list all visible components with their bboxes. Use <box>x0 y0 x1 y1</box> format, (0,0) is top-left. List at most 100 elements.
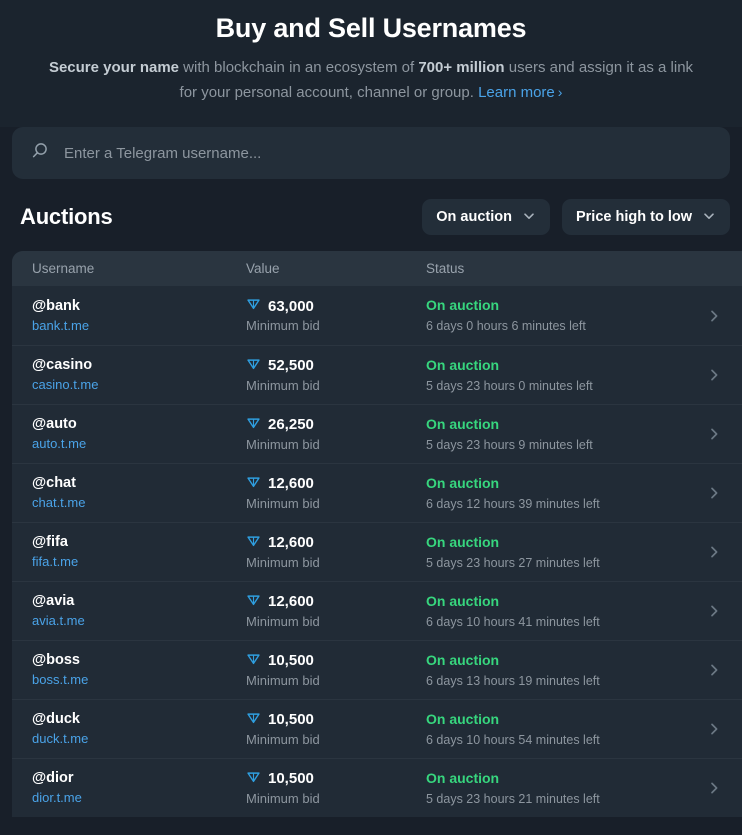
ton-diamond-icon <box>247 417 260 428</box>
username-label: @casino <box>32 357 93 373</box>
status-badge: On auction <box>426 297 500 313</box>
table-row[interactable]: @boss boss.t.me 10,500 Minimum bid On aucti… <box>12 640 742 699</box>
ton-diamond-icon <box>246 356 261 376</box>
table-row[interactable]: @chat chat.t.me 12,600 Minimum bid On aucti… <box>12 463 742 522</box>
value-amount: 10,500 <box>268 770 314 787</box>
cell-arrow[interactable] <box>686 544 742 560</box>
cell-status: On auction 5 days 23 hours 0 minutes left <box>426 356 686 395</box>
cell-arrow[interactable] <box>686 780 742 796</box>
username-link[interactable]: casino.t.me <box>32 376 246 394</box>
cell-username: @avia avia.t.me <box>32 592 246 630</box>
username-link[interactable]: avia.t.me <box>32 612 246 630</box>
column-header-username: Username <box>32 261 95 276</box>
hero-subtitle-text-1: with blockchain in an ecosystem of <box>179 59 419 76</box>
cell-value: 52,500 Minimum bid <box>246 356 426 395</box>
chevron-down-icon <box>522 209 536 226</box>
ton-diamond-icon <box>246 710 261 730</box>
value-amount: 12,600 <box>268 475 314 492</box>
username-link[interactable]: chat.t.me <box>32 494 246 512</box>
cell-username: @auto auto.t.me <box>32 415 246 453</box>
cell-arrow[interactable] <box>686 662 742 678</box>
time-left-label: 5 days 23 hours 9 minutes left <box>426 437 593 452</box>
cell-username: @boss boss.t.me <box>32 651 246 689</box>
chevron-right-icon <box>711 428 718 440</box>
filter-group: On auction Price high to low <box>422 199 730 235</box>
cell-arrow[interactable] <box>686 721 742 737</box>
time-left-label: 5 days 23 hours 27 minutes left <box>426 555 600 570</box>
search-section <box>12 127 730 179</box>
filter-status-button[interactable]: On auction <box>422 199 550 235</box>
username-label: @auto <box>32 416 77 432</box>
value-amount: 12,600 <box>268 534 314 551</box>
cell-value: 12,600 Minimum bid <box>246 474 426 513</box>
cell-status: On auction 6 days 10 hours 54 minutes lef… <box>426 710 686 749</box>
ton-diamond-icon <box>247 476 260 487</box>
table-row[interactable]: @fifa fifa.t.me 12,600 Minimum bid On aucti… <box>12 522 742 581</box>
chevron-down-icon <box>702 209 716 226</box>
cell-username: @bank bank.t.me <box>32 297 246 335</box>
username-link[interactable]: fifa.t.me <box>32 553 246 571</box>
chevron-right-icon <box>711 487 718 499</box>
status-badge: On auction <box>426 356 500 373</box>
hero-subtitle-bold-2: 700+ million <box>418 59 505 76</box>
cell-arrow[interactable] <box>686 308 742 324</box>
username-link[interactable]: bank.t.me <box>32 317 246 335</box>
value-subtitle: Minimum bid <box>246 436 320 452</box>
hero-subtitle: Secure your name with blockchain in an e… <box>41 56 701 105</box>
filter-status-label: On auction <box>436 209 512 225</box>
cell-status: On auction 5 days 23 hours 27 minutes lef… <box>426 533 686 572</box>
cell-arrow[interactable] <box>686 603 742 619</box>
value-subtitle: Minimum bid <box>246 731 320 747</box>
chevron-right-icon <box>711 310 718 321</box>
table-row[interactable]: @duck duck.t.me 10,500 Minimum bid On aucti… <box>12 699 742 758</box>
username-label: @avia <box>32 593 75 609</box>
cell-arrow[interactable] <box>686 367 742 383</box>
chevron-right-icon <box>711 664 718 676</box>
search-icon <box>30 141 50 166</box>
cell-status: On auction 6 days 13 hours 19 minutes lef… <box>426 651 686 690</box>
ton-diamond-icon <box>246 651 261 671</box>
status-badge: On auction <box>426 533 500 550</box>
value-amount: 26,250 <box>268 416 314 433</box>
filter-sort-button[interactable]: Price high to low <box>561 199 730 235</box>
username-link[interactable]: duck.t.me <box>32 730 246 748</box>
cell-username: @duck duck.t.me <box>32 710 246 748</box>
table-row[interactable]: @dior dior.t.me 10,500 Minimum bid On aucti… <box>12 758 742 817</box>
cell-arrow[interactable] <box>686 485 742 501</box>
auctions-table: Username Value Status @bank bank.t.me 63,… <box>12 251 742 817</box>
cell-value: 10,500 Minimum bid <box>246 710 426 749</box>
ton-diamond-icon <box>246 592 261 612</box>
ton-diamond-icon <box>247 653 260 664</box>
status-badge: On auction <box>426 592 500 609</box>
table-header-row: Username Value Status <box>12 251 742 286</box>
table-row[interactable]: @bank bank.t.me 63,000 Minimum bid On aucti… <box>12 286 742 345</box>
cell-value: 12,600 Minimum bid <box>246 533 426 572</box>
value-subtitle: Minimum bid <box>246 554 320 570</box>
cell-username: @fifa fifa.t.me <box>32 533 246 571</box>
cell-value: 10,500 Minimum bid <box>246 769 426 808</box>
ton-diamond-icon <box>247 299 260 310</box>
username-link[interactable]: boss.t.me <box>32 671 246 689</box>
cell-status: On auction 6 days 10 hours 41 minutes lef… <box>426 592 686 631</box>
search-input[interactable] <box>64 144 712 162</box>
username-link[interactable]: dior.t.me <box>32 789 246 807</box>
time-left-label: 6 days 0 hours 6 minutes left <box>426 319 586 333</box>
hero-subtitle-bold-1: Secure your name <box>48 59 180 76</box>
learn-more-link[interactable]: Learn more › <box>478 84 562 101</box>
time-left-label: 5 days 23 hours 0 minutes left <box>426 378 593 393</box>
value-amount: 63,000 <box>268 297 314 315</box>
username-label: @chat <box>32 475 76 491</box>
time-left-label: 5 days 23 hours 21 minutes left <box>426 791 600 806</box>
value-subtitle: Minimum bid <box>246 790 320 806</box>
username-label: @dior <box>32 770 74 786</box>
status-badge: On auction <box>426 710 500 727</box>
table-row[interactable]: @avia avia.t.me 12,600 Minimum bid On aucti… <box>12 581 742 640</box>
section-title: Auctions <box>20 204 113 229</box>
search-box[interactable] <box>12 127 730 179</box>
cell-arrow[interactable] <box>686 426 742 442</box>
page-title: Buy and Sell Usernames <box>215 13 527 43</box>
table-row[interactable]: @auto auto.t.me 26,250 Minimum bid On aucti… <box>12 404 742 463</box>
chevron-right-icon: › <box>557 84 563 100</box>
username-link[interactable]: auto.t.me <box>32 435 246 453</box>
table-row[interactable]: @casino casino.t.me 52,500 Minimum bid On a… <box>12 345 742 404</box>
